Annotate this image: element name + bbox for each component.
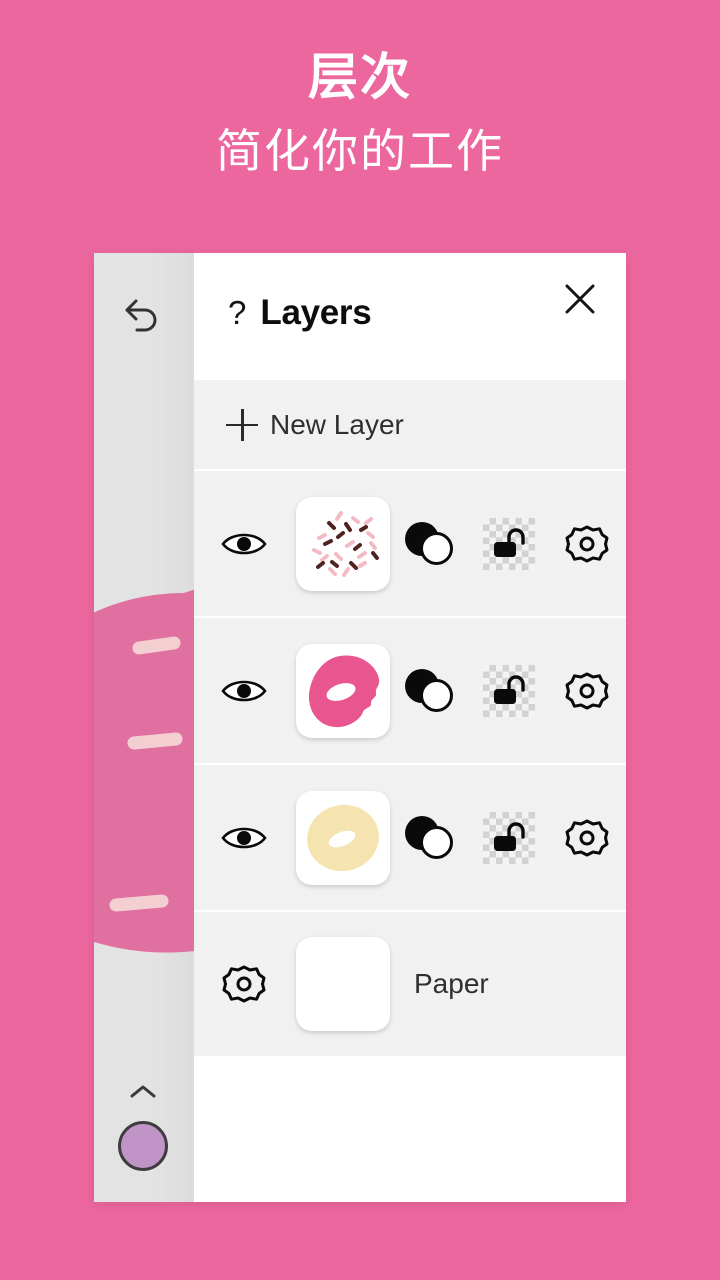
open-padlock-icon — [494, 821, 525, 851]
page-title: Layers — [260, 293, 372, 332]
paper-row[interactable]: Paper — [194, 912, 626, 1058]
open-padlock-icon — [494, 674, 525, 704]
alpha-lock-icon — [483, 811, 535, 864]
gear-icon — [222, 965, 266, 1003]
gear-icon — [565, 525, 609, 562]
layer-blend-mode-button[interactable] — [392, 470, 470, 617]
blend-front-circle — [420, 531, 453, 565]
promo-title: 层次 — [308, 49, 412, 105]
layer-thumbnail-button[interactable] — [294, 764, 392, 911]
color-swatch-button[interactable] — [118, 1121, 168, 1171]
tan-donut-thumbnail — [296, 790, 390, 885]
close-icon — [565, 284, 595, 314]
sprinkles-art — [312, 510, 379, 577]
blend-front-circle — [420, 825, 453, 859]
app-window: ? Layers New Layer Paper — [94, 253, 626, 1202]
layer-blend-mode-button[interactable] — [392, 764, 470, 911]
new-layer-label: New Layer — [270, 408, 404, 440]
layer-blend-mode-button[interactable] — [392, 617, 470, 764]
paper-settings-button[interactable] — [194, 911, 294, 1058]
table-row[interactable] — [194, 765, 626, 912]
paper-label: Paper — [414, 968, 489, 999]
blend-mode-icon — [405, 521, 457, 566]
layer-visibility-toggle[interactable] — [194, 617, 294, 764]
layers-panel: ? Layers New Layer Paper — [194, 253, 626, 1202]
promo-banner: 层次 简化你的工作 — [0, 0, 720, 174]
paper-thumbnail-button[interactable] — [294, 911, 392, 1058]
promo-subtitle: 简化你的工作 — [216, 125, 504, 177]
alpha-lock-icon — [483, 664, 535, 717]
question-mark-icon[interactable]: ? — [228, 296, 246, 329]
new-layer-button[interactable]: New Layer — [194, 378, 626, 471]
expand-toolbar-button[interactable] — [122, 1079, 164, 1105]
layer-thumbnail-button[interactable] — [294, 470, 392, 617]
blend-front-circle — [420, 678, 453, 712]
white-paper-thumbnail — [296, 937, 390, 1031]
layer-thumbnail-button[interactable] — [294, 617, 392, 764]
eye-icon — [221, 680, 267, 701]
dough-art — [307, 804, 379, 871]
gear-icon — [565, 672, 609, 709]
gear-icon — [565, 819, 609, 856]
table-row[interactable] — [194, 618, 626, 765]
canvas-area[interactable] — [94, 253, 194, 1202]
chevron-up-icon — [130, 1085, 156, 1098]
donut-artwork — [94, 589, 194, 953]
undo-button[interactable] — [116, 285, 170, 339]
layer-alpha-lock-button[interactable] — [470, 617, 548, 764]
layer-alpha-lock-button[interactable] — [470, 470, 548, 617]
layer-settings-button[interactable] — [548, 470, 626, 617]
alpha-lock-icon — [483, 517, 535, 570]
close-button[interactable] — [556, 275, 604, 323]
pink-icing-art — [308, 655, 380, 727]
sprinkles-thumbnail — [296, 496, 390, 591]
panel-empty-space — [194, 1058, 626, 1202]
open-padlock-icon — [494, 527, 525, 557]
layer-visibility-toggle[interactable] — [194, 470, 294, 617]
layer-visibility-toggle[interactable] — [194, 764, 294, 911]
plus-icon — [226, 408, 258, 441]
eye-icon — [221, 827, 267, 848]
layer-alpha-lock-button[interactable] — [470, 764, 548, 911]
eye-icon — [221, 533, 267, 554]
pink-donut-thumbnail — [296, 643, 390, 738]
undo-arrow-icon — [125, 299, 157, 332]
panel-title-group: ? Layers — [228, 293, 372, 332]
table-row[interactable] — [194, 471, 626, 618]
blend-mode-icon — [405, 668, 457, 713]
layer-settings-button[interactable] — [548, 764, 626, 911]
layer-settings-button[interactable] — [548, 617, 626, 764]
panel-header: ? Layers — [194, 253, 626, 378]
blend-mode-icon — [405, 815, 457, 860]
